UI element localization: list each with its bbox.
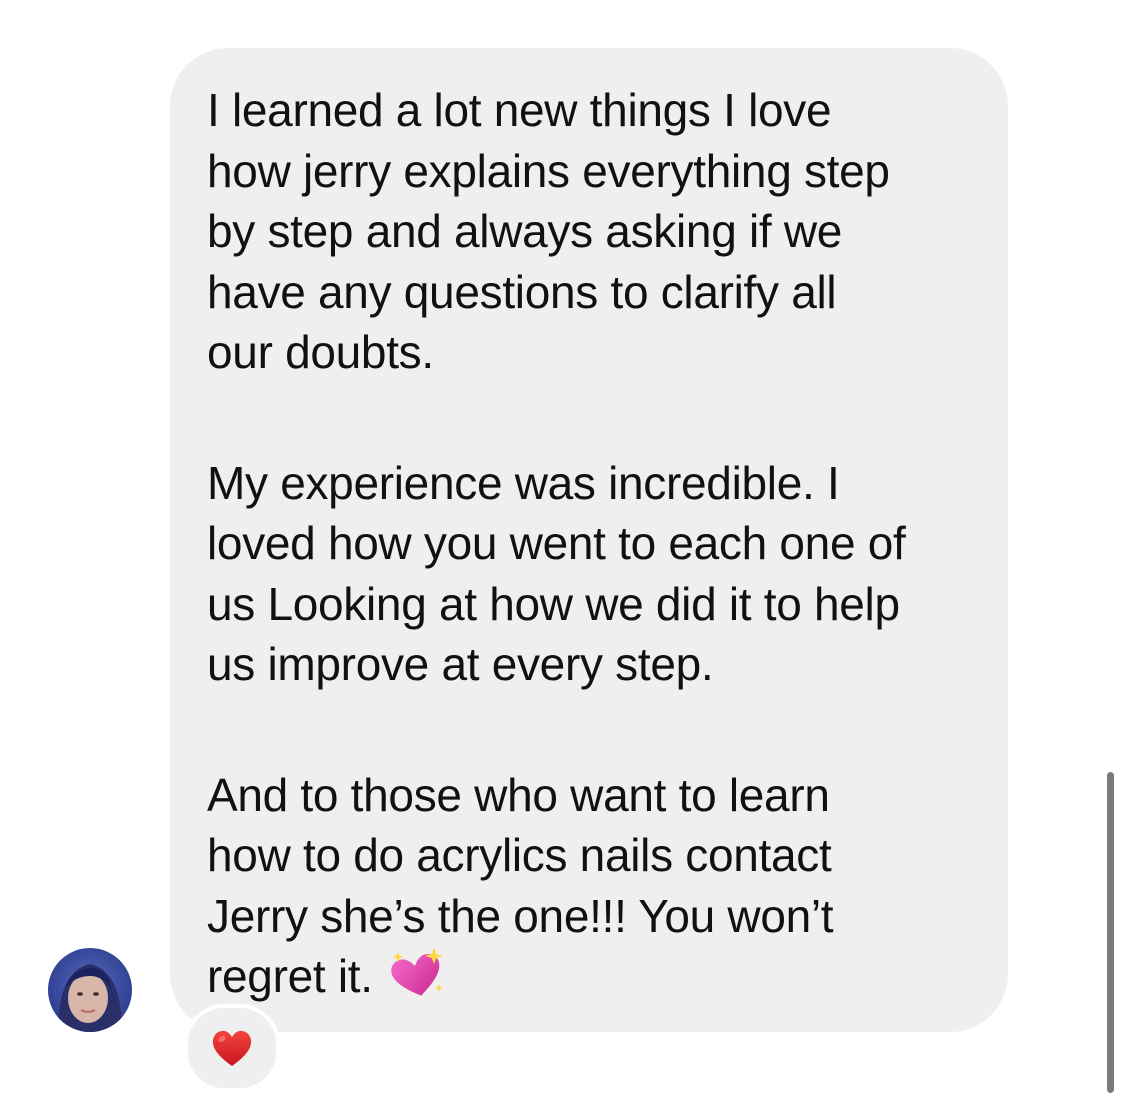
sender-avatar[interactable]	[48, 948, 132, 1032]
message-paragraph-3-text: And to those who want to learn how to do…	[207, 768, 834, 1003]
user-avatar-icon	[48, 948, 132, 1032]
message-paragraph-2: My experience was incredible. I loved ho…	[207, 456, 906, 691]
reaction-badge[interactable]	[184, 1004, 280, 1092]
message-paragraph-3: And to those who want to learn how to do…	[207, 765, 987, 1008]
red-heart-icon	[212, 1030, 252, 1066]
sparkling-heart-icon	[387, 946, 447, 1002]
scrollbar[interactable]	[1107, 772, 1114, 1093]
message-text: I learned a lot new things I love how je…	[207, 80, 987, 1008]
message-paragraph-1: I learned a lot new things I love how je…	[207, 84, 890, 378]
